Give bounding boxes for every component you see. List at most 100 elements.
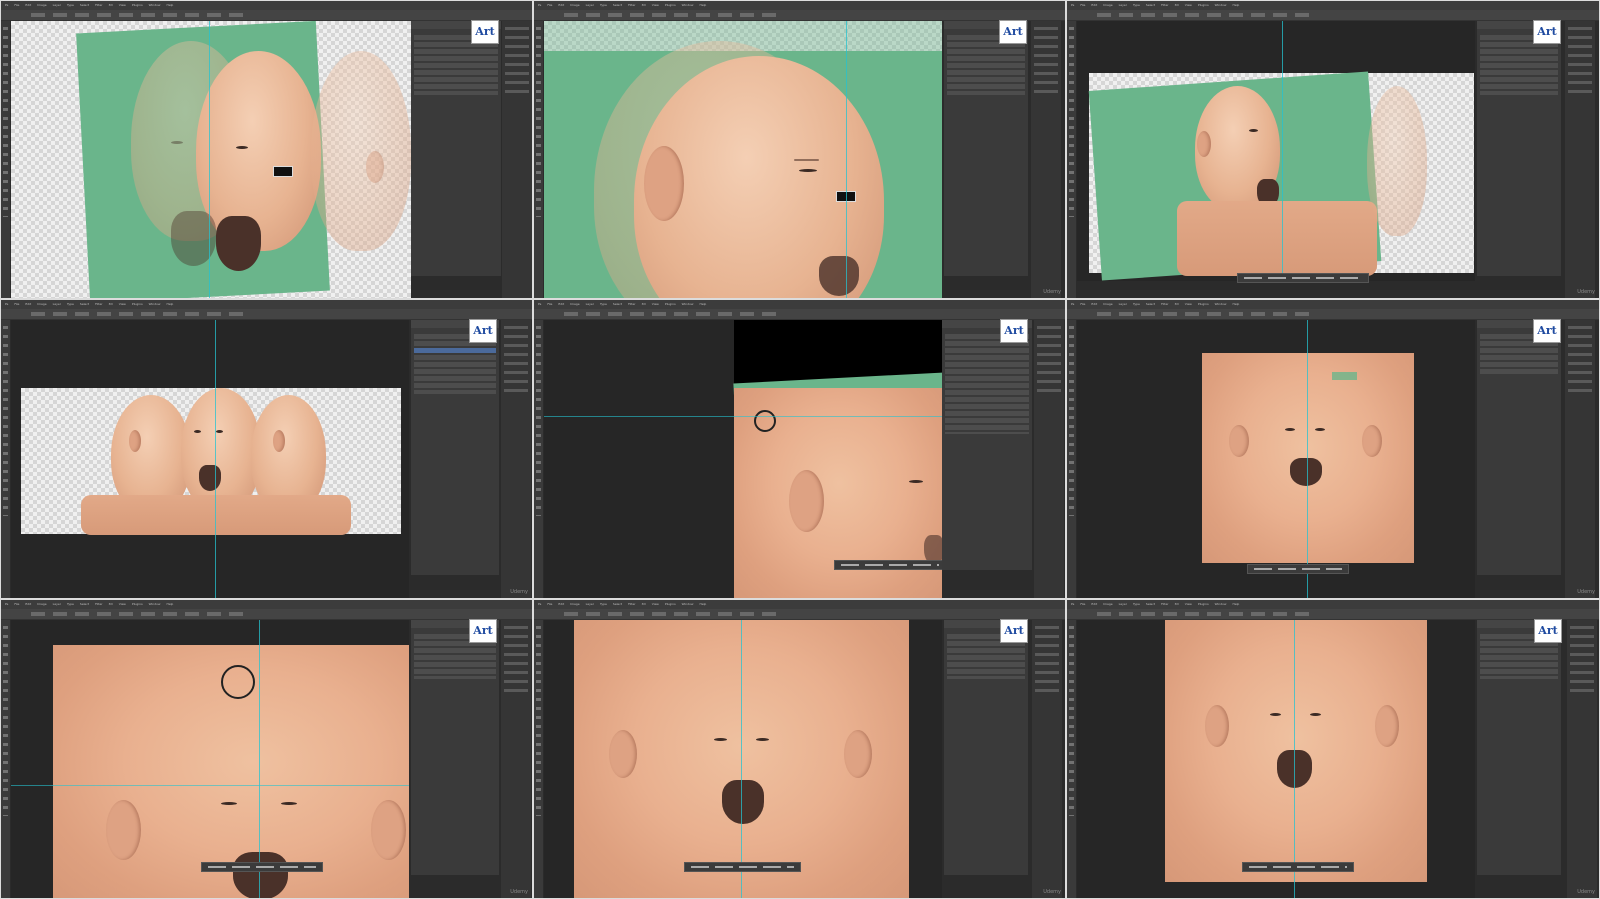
menu-view[interactable]: View	[652, 300, 659, 309]
menu-type[interactable]: Type	[600, 1, 607, 10]
ps-icon[interactable]: Ps	[538, 300, 541, 309]
menu-filter[interactable]: Filter	[628, 1, 635, 10]
menu-plugins[interactable]: Plugins	[665, 1, 676, 10]
menu-3d[interactable]: 3D	[1175, 600, 1179, 609]
menu-file[interactable]: File	[547, 1, 552, 10]
menu-file[interactable]: File	[14, 600, 19, 609]
options-bar[interactable]	[534, 10, 1065, 21]
menu-image[interactable]: Image	[1103, 300, 1112, 309]
menu-window[interactable]: Window	[149, 300, 161, 309]
menu-type[interactable]: Type	[1133, 600, 1140, 609]
menu-view[interactable]: View	[652, 600, 659, 609]
menu-3d[interactable]: 3D	[109, 300, 113, 309]
menu-image[interactable]: Image	[570, 600, 579, 609]
layers-list[interactable]	[414, 35, 498, 95]
menu-view[interactable]: View	[1185, 600, 1192, 609]
menu-layer[interactable]: Layer	[1119, 1, 1127, 10]
menu-help[interactable]: Help	[166, 600, 173, 609]
ps-icon[interactable]: Ps	[5, 300, 8, 309]
menu-filter[interactable]: Filter	[95, 600, 102, 609]
menu-view[interactable]: View	[119, 600, 126, 609]
menu-select[interactable]: Select	[1146, 600, 1155, 609]
layers-panel[interactable]	[411, 21, 501, 276]
contextual-task-bar[interactable]	[1242, 862, 1354, 872]
menu-help[interactable]: Help	[699, 300, 706, 309]
menu-filter[interactable]: Filter	[1161, 300, 1168, 309]
properties-panel[interactable]	[501, 320, 531, 598]
document-canvas[interactable]	[544, 21, 942, 298]
menu-layer[interactable]: Layer	[586, 300, 594, 309]
menu-view[interactable]: View	[652, 1, 659, 10]
menu-3d[interactable]: 3D	[109, 600, 113, 609]
contextual-task-bar[interactable]	[1247, 564, 1349, 574]
properties-panel[interactable]	[502, 21, 532, 298]
tools-panel[interactable]	[1067, 620, 1076, 898]
document-canvas[interactable]	[544, 320, 942, 598]
menu-bar[interactable]: Ps File Edit Image Layer Type Select Filter 3D Vi…	[1, 300, 532, 309]
options-bar[interactable]	[1067, 309, 1599, 320]
menu-edit[interactable]: Edit	[1091, 600, 1097, 609]
menu-window[interactable]: Window	[149, 600, 161, 609]
properties-panel[interactable]	[1565, 21, 1595, 298]
properties-panel[interactable]	[1565, 320, 1595, 598]
layers-panel[interactable]	[942, 320, 1032, 570]
menu-file[interactable]: File	[1080, 300, 1085, 309]
menu-window[interactable]: Window	[682, 1, 694, 10]
menu-filter[interactable]: Filter	[1161, 1, 1168, 10]
layers-panel[interactable]	[944, 620, 1028, 875]
menu-type[interactable]: Type	[1133, 1, 1140, 10]
menu-window[interactable]: Window	[1215, 300, 1227, 309]
ps-icon[interactable]: Ps	[5, 1, 8, 10]
menu-bar[interactable]: Ps File Edit Image Layer Type Select Filter 3D Vi…	[534, 300, 1065, 309]
menu-edit[interactable]: Edit	[558, 600, 564, 609]
menu-3d[interactable]: 3D	[1175, 1, 1179, 10]
menu-help[interactable]: Help	[1232, 1, 1239, 10]
properties-panel[interactable]	[501, 620, 531, 898]
menu-select[interactable]: Select	[613, 600, 622, 609]
document-canvas[interactable]	[11, 320, 409, 598]
menu-window[interactable]: Window	[149, 1, 161, 10]
menu-type[interactable]: Type	[1133, 300, 1140, 309]
menu-help[interactable]: Help	[1232, 600, 1239, 609]
document-canvas[interactable]	[11, 620, 409, 898]
layers-list[interactable]	[947, 35, 1025, 95]
contextual-task-bar[interactable]	[201, 862, 323, 872]
document-canvas[interactable]	[1077, 21, 1475, 281]
tools-panel[interactable]	[1067, 21, 1076, 298]
menu-window[interactable]: Window	[1215, 600, 1227, 609]
menu-bar[interactable]: Ps File Edit Image Layer Type Select Filter 3D Vi…	[1, 1, 532, 10]
ps-icon[interactable]: Ps	[1071, 300, 1074, 309]
tools-panel[interactable]	[1, 320, 10, 598]
properties-panel[interactable]	[1034, 320, 1064, 598]
menu-image[interactable]: Image	[37, 300, 46, 309]
layers-list[interactable]	[945, 334, 1029, 434]
menu-type[interactable]: Type	[67, 1, 74, 10]
tools-panel[interactable]	[1067, 320, 1076, 598]
menu-plugins[interactable]: Plugins	[1198, 1, 1209, 10]
options-bar[interactable]	[1, 309, 532, 320]
menu-help[interactable]: Help	[1232, 300, 1239, 309]
ps-icon[interactable]: Ps	[1071, 600, 1074, 609]
ps-icon[interactable]: Ps	[538, 600, 541, 609]
menu-view[interactable]: View	[119, 300, 126, 309]
menu-file[interactable]: File	[1080, 600, 1085, 609]
menu-3d[interactable]: 3D	[642, 600, 646, 609]
menu-filter[interactable]: Filter	[628, 600, 635, 609]
menu-type[interactable]: Type	[67, 600, 74, 609]
options-bar[interactable]	[1, 609, 532, 620]
menu-filter[interactable]: Filter	[95, 300, 102, 309]
contextual-task-bar[interactable]	[834, 560, 946, 570]
menu-edit[interactable]: Edit	[25, 1, 31, 10]
layers-list[interactable]	[1480, 35, 1558, 95]
menu-layer[interactable]: Layer	[53, 300, 61, 309]
menu-bar[interactable]: Ps File Edit Image Layer Type Select Filter 3D Vi…	[1067, 300, 1599, 309]
layers-panel[interactable]	[944, 21, 1028, 276]
menu-select[interactable]: Select	[80, 600, 89, 609]
menu-window[interactable]: Window	[1215, 1, 1227, 10]
menu-bar[interactable]: Ps File Edit Image Layer Type Select Filter 3D Vi…	[1, 600, 532, 609]
menu-image[interactable]: Image	[1103, 1, 1112, 10]
layers-panel[interactable]	[411, 320, 499, 575]
menu-edit[interactable]: Edit	[25, 300, 31, 309]
menu-bar[interactable]: Ps File Edit Image Layer Type Select Filter 3D Vi…	[534, 600, 1065, 609]
ps-icon[interactable]: Ps	[1071, 1, 1074, 10]
